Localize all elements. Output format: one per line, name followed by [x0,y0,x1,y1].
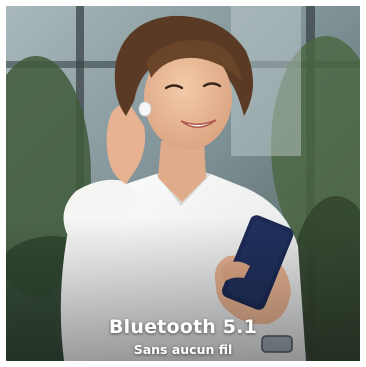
product-image-frame: Bluetooth 5.1 Sans aucun fil [6,6,360,361]
caption-subline: Sans aucun fil [133,342,233,357]
caption-shade [6,6,360,361]
product-photo [6,6,360,361]
caption-headline: Bluetooth 5.1 [108,316,258,338]
